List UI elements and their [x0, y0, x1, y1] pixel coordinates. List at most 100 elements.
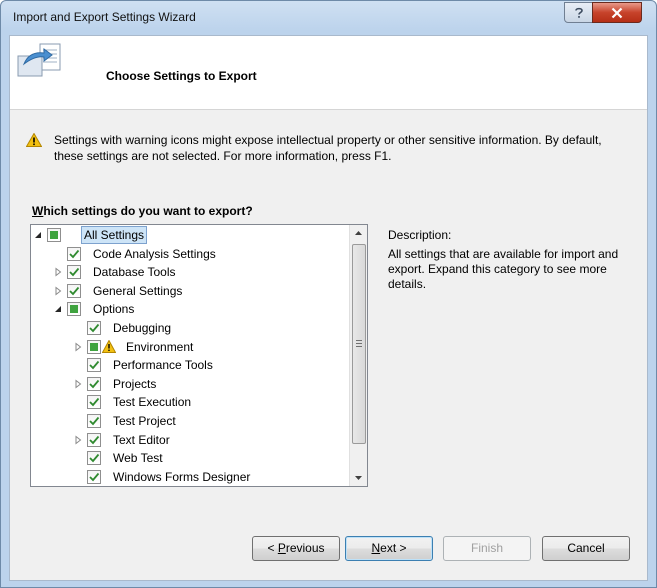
scroll-up-icon [355, 231, 362, 235]
checked-checkbox[interactable] [87, 451, 101, 466]
tree-item-label: Test Project [113, 414, 176, 428]
close-icon [611, 7, 623, 18]
previous-button[interactable]: < Previous [252, 536, 340, 561]
checkmark-icon [89, 379, 100, 389]
page-title: Choose Settings to Export [106, 69, 257, 83]
tree-item[interactable]: General Settings [31, 282, 347, 300]
description-text: All settings that are available for impo… [388, 247, 619, 291]
next-accelerator: N [371, 541, 381, 555]
checked-checkbox[interactable] [67, 265, 81, 280]
help-button[interactable] [564, 2, 594, 23]
scroll-up-button[interactable] [350, 225, 367, 242]
help-icon [575, 7, 583, 18]
tree-item-label: Projects [113, 376, 157, 391]
tree-item-label: Database Tools [93, 265, 176, 280]
checkmark-icon [69, 268, 80, 277]
question-text: hich settings do you want to export? [43, 204, 253, 218]
checkmark-icon [69, 249, 80, 258]
checkmark-icon [89, 435, 100, 444]
tree-item-label: Environment [126, 339, 194, 354]
warning-icon [102, 339, 116, 353]
title-bar[interactable]: Import and Export Settings Wizard [1, 1, 656, 35]
tree-item-label: Performance Tools [113, 358, 213, 373]
checkmark-icon [69, 286, 80, 296]
scroll-thumb[interactable] [352, 244, 366, 444]
checked-checkbox[interactable] [87, 414, 101, 428]
partial-check-indicator [70, 305, 78, 314]
tree-item-label: Web Test [113, 451, 163, 466]
tree-item-label: Debugging [113, 321, 172, 335]
tree-item-label: General Settings [93, 283, 183, 298]
partial-check-indicator [50, 231, 58, 239]
partial-checkbox[interactable] [47, 228, 61, 242]
previous-accelerator: P [277, 541, 286, 555]
warning-text: Settings with warning icons might expose… [54, 133, 602, 163]
tree-item-label: Test Execution [113, 395, 192, 410]
tree-item-label: Code Analysis Settings [93, 246, 216, 261]
description-label: Description: [388, 228, 452, 242]
close-button[interactable] [592, 2, 642, 23]
checkmark-icon [89, 361, 100, 370]
tree-item-label: Options [93, 302, 135, 317]
tree-item-label: All Settings [81, 226, 148, 244]
checkmark-icon [89, 323, 100, 333]
collapsed-triangle-icon[interactable] [53, 286, 63, 296]
collapsed-triangle-icon[interactable] [53, 267, 63, 277]
collapsed-triangle-icon[interactable] [73, 342, 83, 352]
settings-tree[interactable]: Windows Forms Designer Web Test Text Edito… [30, 224, 368, 487]
checked-checkbox[interactable] [87, 376, 101, 391]
checkmark-icon [89, 472, 100, 482]
cancel-label: Cancel [567, 541, 605, 555]
next-button[interactable]: Next > [345, 536, 433, 561]
partial-checkbox[interactable] [87, 339, 101, 354]
window-title: Import and Export Settings Wizard [13, 10, 196, 24]
tree-item[interactable]: Environment [31, 338, 347, 356]
tree-item[interactable]: Debugging [31, 319, 347, 337]
tree-item[interactable]: Options [31, 300, 347, 318]
checkmark-icon [89, 454, 100, 463]
export-settings-icon [17, 43, 61, 77]
checkmark-icon [89, 398, 100, 407]
tree-item[interactable]: Database Tools [31, 263, 347, 281]
tree-item[interactable]: Code Analysis Settings [31, 245, 347, 263]
tree-item[interactable]: Test Project [31, 412, 347, 430]
tree-item[interactable]: Windows Forms Designer [31, 468, 347, 486]
checked-checkbox[interactable] [87, 321, 101, 335]
checked-checkbox[interactable] [87, 358, 101, 373]
partial-checkbox[interactable] [67, 302, 81, 317]
tree-item[interactable]: Performance Tools [31, 356, 347, 374]
collapsed-triangle-icon[interactable] [73, 379, 83, 389]
tree-item[interactable]: Text Editor [31, 431, 347, 449]
finish-button[interactable]: Finish [443, 536, 531, 561]
scroll-down-button[interactable] [350, 469, 367, 486]
settings-question-label: Which settings do you want to export? [32, 204, 253, 218]
tree-item[interactable]: Web Test [31, 449, 347, 467]
cancel-button[interactable]: Cancel [542, 536, 630, 561]
finish-label: Finish [470, 541, 503, 555]
checked-checkbox[interactable] [87, 432, 101, 447]
tree-item[interactable]: Projects [31, 375, 347, 393]
previous-prefix: < [267, 541, 278, 555]
tree-item-label: Text Editor [113, 432, 170, 447]
checkmark-icon [89, 416, 100, 426]
tree-item-label: Windows Forms Designer [113, 469, 251, 484]
expanded-triangle-icon[interactable] [33, 230, 43, 240]
wizard-window: Import and Export Settings Wizard Choose… [0, 0, 657, 588]
checked-checkbox[interactable] [87, 395, 101, 410]
warning-icon [26, 133, 42, 147]
tree-scrollbar[interactable] [349, 225, 367, 486]
checked-checkbox[interactable] [87, 469, 101, 484]
next-label: ext > [380, 541, 407, 555]
checked-checkbox[interactable] [67, 246, 81, 261]
question-accelerator: W [32, 204, 44, 218]
wizard-client-area: Choose Settings to Export Settings with … [9, 35, 648, 581]
partial-check-indicator [90, 342, 98, 351]
collapsed-triangle-icon[interactable] [73, 435, 83, 445]
wizard-header: Choose Settings to Export [10, 36, 647, 110]
checked-checkbox[interactable] [67, 283, 81, 298]
previous-label: revious [285, 541, 325, 555]
expanded-triangle-icon[interactable] [53, 304, 63, 314]
tree-item[interactable]: Test Execution [31, 393, 347, 411]
scroll-down-icon [355, 476, 362, 480]
tree-item[interactable]: All Settings [31, 226, 347, 244]
